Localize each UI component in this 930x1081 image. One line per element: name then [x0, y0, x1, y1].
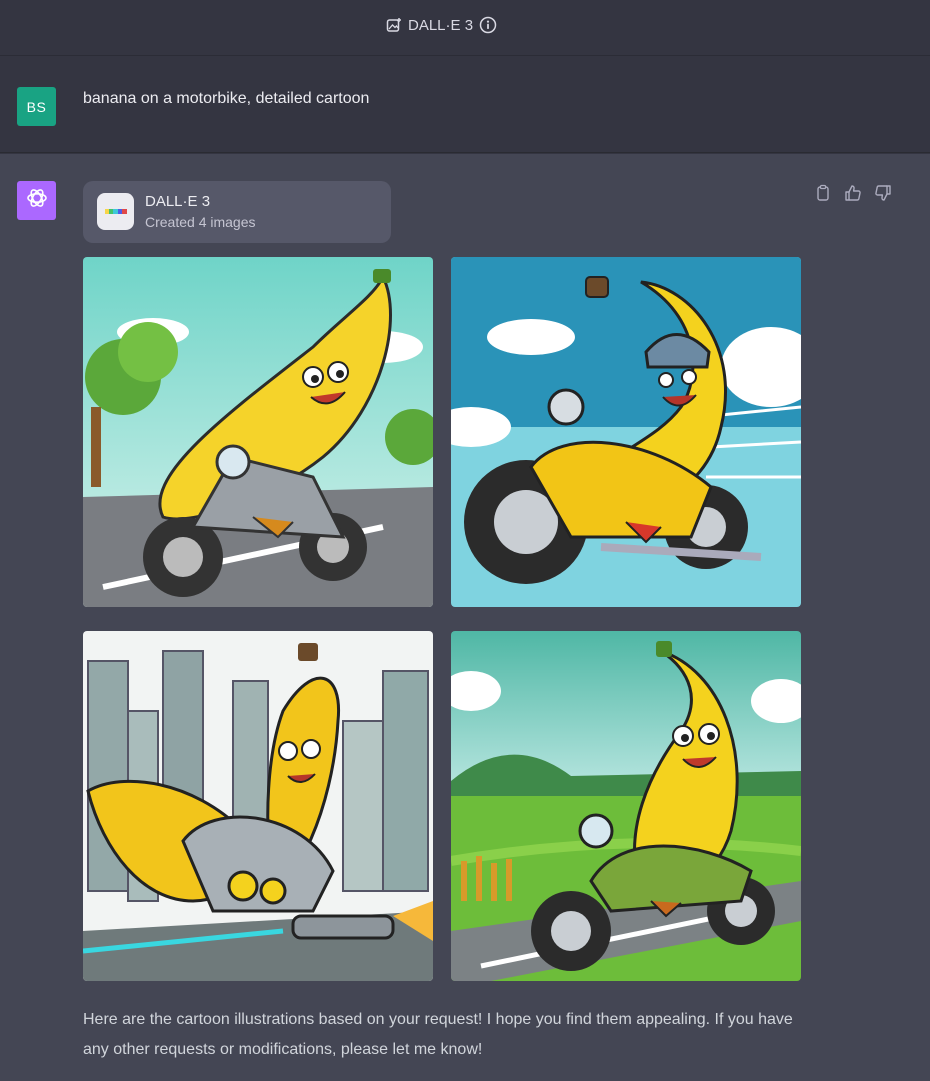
assistant-reply-text: Here are the cartoon illustrations based…: [83, 1011, 793, 1058]
thumbs-down-icon[interactable]: [874, 184, 892, 202]
dalle-icon: [97, 193, 134, 230]
image-plus-icon: [386, 17, 402, 33]
tool-title: DALL·E 3: [145, 193, 211, 210]
message-actions: [814, 184, 892, 202]
thumbs-up-icon[interactable]: [844, 184, 862, 202]
user-message-text: banana on a motorbike, detailed cartoon: [83, 90, 370, 107]
user-avatar: BS: [17, 87, 56, 126]
copy-icon[interactable]: [814, 184, 832, 202]
model-selector[interactable]: DALL·E 3: [386, 16, 497, 34]
openai-logo-icon: [25, 186, 49, 215]
info-icon[interactable]: [479, 16, 497, 34]
generated-image-3[interactable]: [83, 631, 433, 981]
top-bar: DALL·E 3: [0, 0, 930, 56]
generated-image-2[interactable]: [451, 257, 801, 607]
tool-subtitle: Created 4 images: [145, 214, 256, 230]
assistant-avatar: [17, 181, 56, 220]
model-label: DALL·E 3: [408, 16, 474, 34]
generated-image-4[interactable]: [451, 631, 801, 981]
dalle-tool-card[interactable]: DALL·E 3 Created 4 images: [83, 181, 391, 243]
generated-image-1[interactable]: [83, 257, 433, 607]
